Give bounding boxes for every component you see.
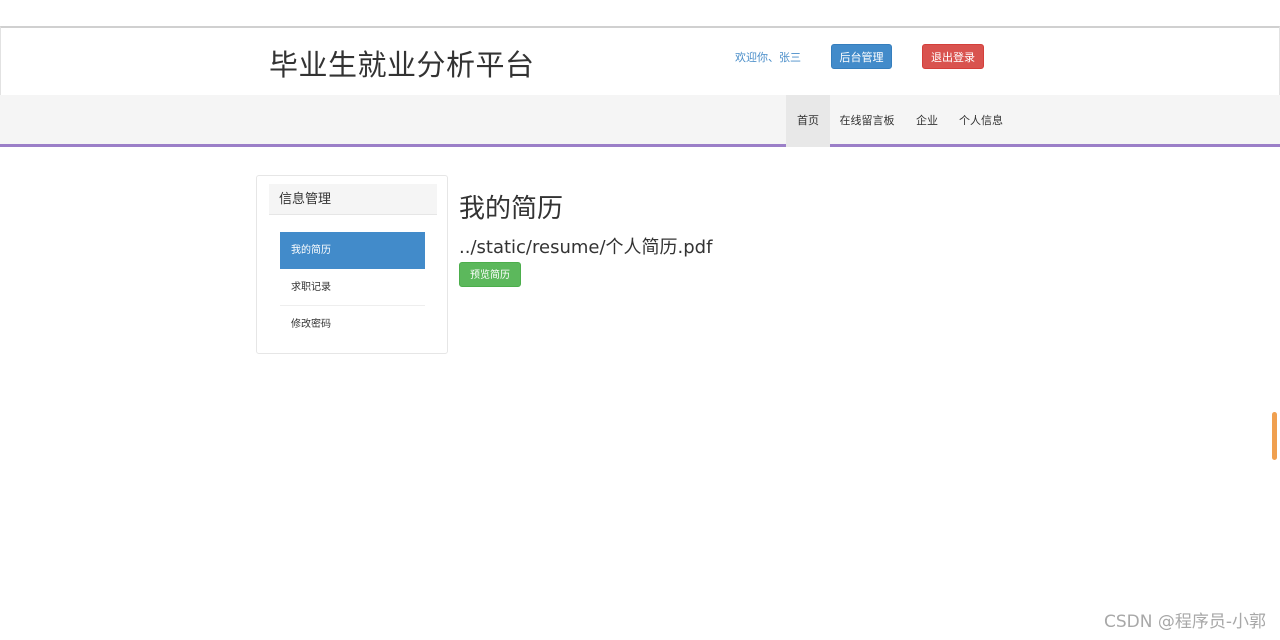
main-navbar: 首页 在线留言板 企业 个人信息 — [0, 95, 1280, 147]
sidebar-heading: 信息管理 — [269, 184, 437, 215]
nav-item-message-board[interactable]: 在线留言板 — [836, 95, 898, 147]
admin-button[interactable]: 后台管理 — [831, 44, 892, 69]
sidebar-item-job-records[interactable]: 求职记录 — [280, 269, 425, 306]
sidebar-panel: 信息管理 我的简历 求职记录 修改密码 — [256, 175, 448, 354]
welcome-text: 欢迎你、张三 — [735, 51, 801, 64]
nav-item-profile[interactable]: 个人信息 — [954, 95, 1008, 147]
sidebar-item-change-password[interactable]: 修改密码 — [280, 306, 425, 343]
nav-item-company[interactable]: 企业 — [908, 95, 946, 147]
page-title: 我的简历 — [459, 194, 564, 224]
site-title: 毕业生就业分析平台 — [269, 48, 535, 82]
preview-resume-button[interactable]: 预览简历 — [459, 262, 521, 287]
nav-item-home[interactable]: 首页 — [786, 95, 830, 147]
resume-file-path: ../static/resume/个人简历.pdf — [459, 237, 713, 258]
scroll-handle[interactable] — [1272, 412, 1277, 460]
sidebar-item-my-resume[interactable]: 我的简历 — [280, 232, 425, 269]
logout-button[interactable]: 退出登录 — [922, 44, 984, 69]
watermark: CSDN @程序员-小郭 — [1103, 612, 1266, 632]
site-header: 毕业生就业分析平台 欢迎你、张三 后台管理 退出登录 — [0, 26, 1280, 96]
